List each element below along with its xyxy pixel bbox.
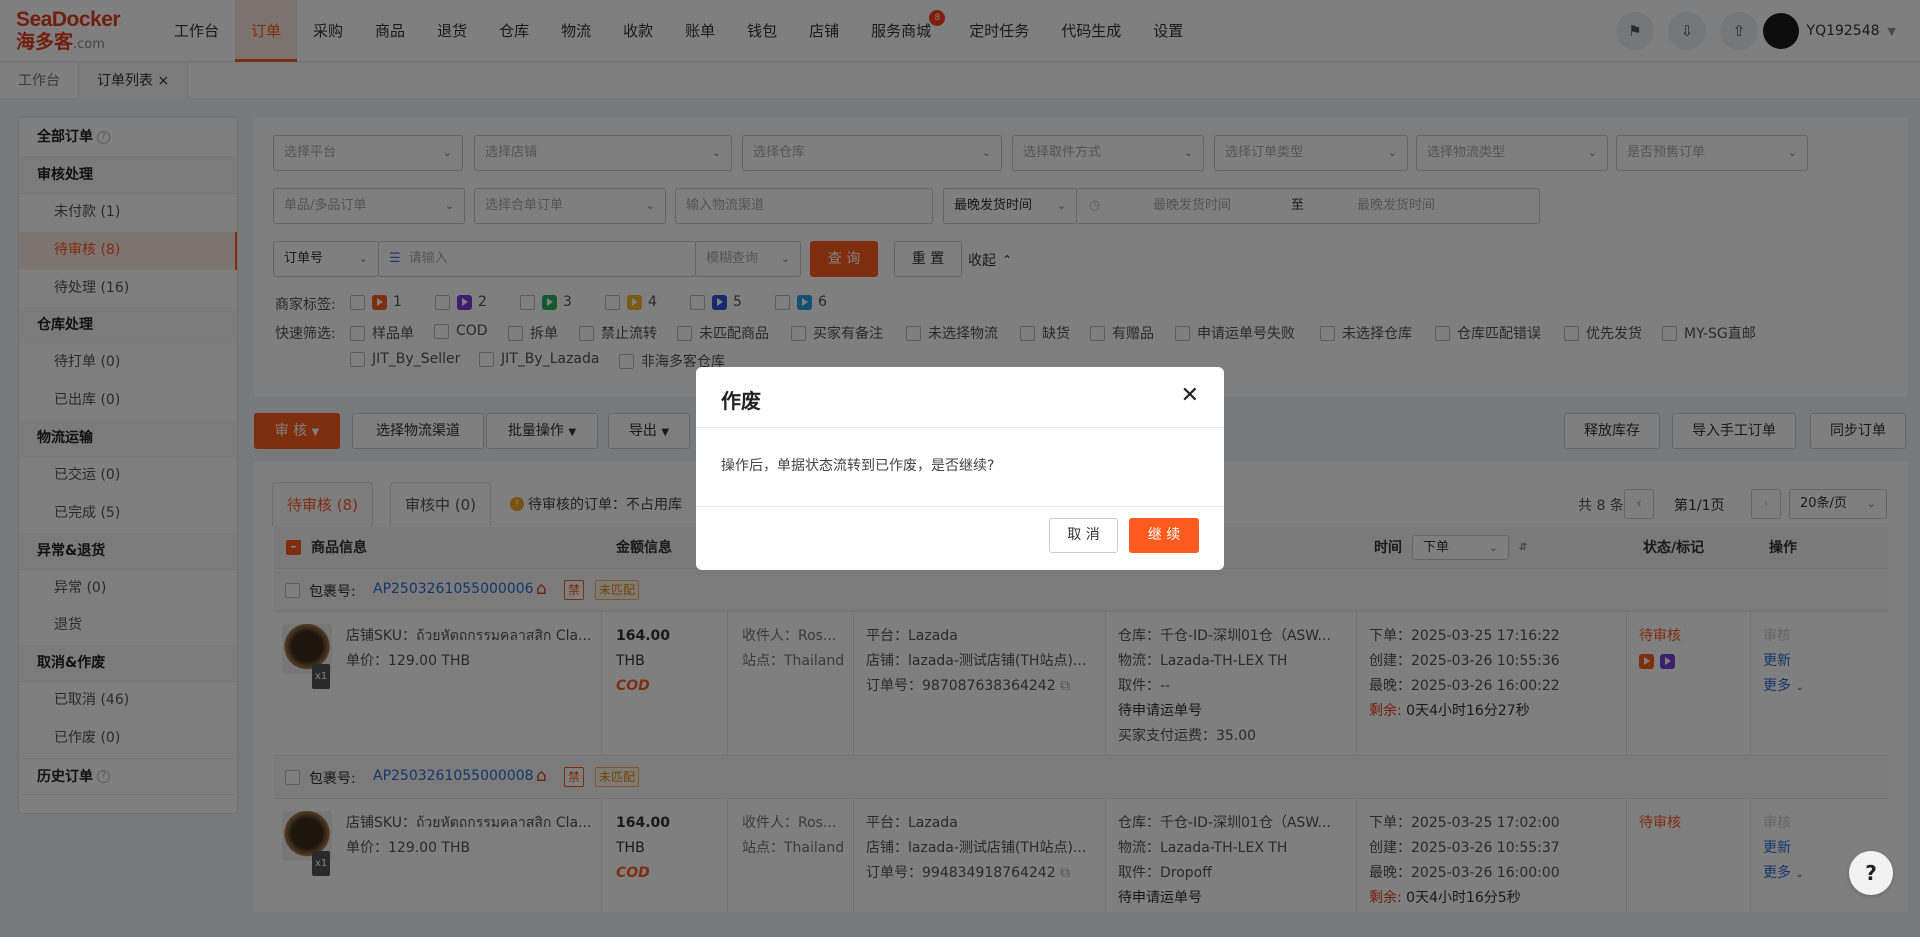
close-icon[interactable]: ✕ (1181, 383, 1199, 408)
continue-button[interactable]: 继 续 (1129, 518, 1199, 553)
void-dialog: 作废 ✕ 操作后，单据状态流转到已作废，是否继续? 取 消 继 续 (696, 367, 1224, 570)
cancel-button[interactable]: 取 消 (1049, 518, 1118, 553)
dialog-message: 操作后，单据状态流转到已作废，是否继续? (696, 428, 1224, 507)
dialog-title: 作废 (721, 389, 761, 413)
dialog-header: 作废 ✕ (696, 367, 1224, 428)
help-button[interactable]: ? (1849, 851, 1893, 895)
